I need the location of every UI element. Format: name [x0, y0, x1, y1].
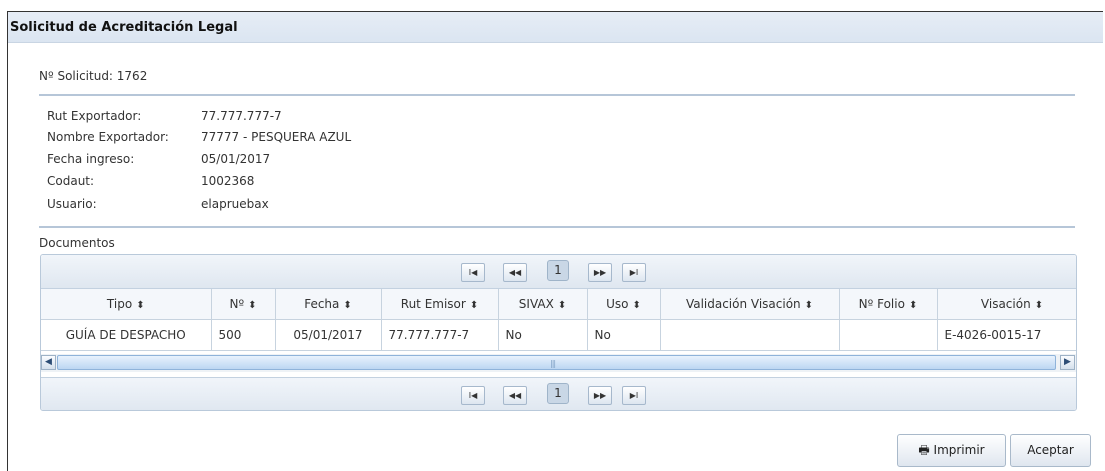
horizontal-scrollbar[interactable]: ◀ ||| ▶ — [41, 354, 1076, 372]
cell-rut-emisor: 77.777.777-7 — [381, 319, 499, 351]
accept-button[interactable]: Aceptar — [1010, 434, 1091, 467]
info-value: elapruebax — [201, 197, 269, 211]
info-label: Codaut: — [47, 174, 95, 188]
sort-icon: ⬍ — [469, 300, 479, 311]
dialog-title: Solicitud de Acreditación Legal — [10, 20, 238, 35]
cell-validacion — [660, 319, 840, 351]
info-label: Usuario: — [47, 197, 97, 211]
current-page[interactable]: 1 — [547, 260, 569, 281]
cell-numero: 500 — [211, 319, 276, 351]
info-value: 77.777.777-7 — [201, 109, 282, 123]
pager-top: I◀ ◀◀ 1 ▶▶ ▶I — [41, 255, 1076, 289]
info-label: Rut Exportador: — [47, 109, 142, 123]
column-header-tipo[interactable]: Tipo ⬍ — [41, 289, 212, 320]
current-page[interactable]: 1 — [547, 383, 569, 404]
column-header-sivax[interactable]: SIVAX ⬍ — [498, 289, 588, 320]
info-value: 77777 - PESQUERA AZUL — [201, 130, 352, 144]
documentos-grid: I◀ ◀◀ 1 ▶▶ ▶I Tipo ⬍ Nº ⬍ Fecha ⬍ Rut Emiso… — [40, 254, 1077, 411]
dialog-window: Solicitud de Acreditación Legal Nº Solic… — [7, 11, 1103, 471]
first-page-button[interactable]: I◀ — [461, 263, 485, 282]
info-label: Fecha ingreso: — [47, 152, 135, 166]
prev-page-button[interactable]: ◀◀ — [503, 386, 527, 405]
sort-icon: ⬍ — [248, 300, 257, 311]
column-header-fecha[interactable]: Fecha ⬍ — [275, 289, 382, 320]
sort-icon: ⬍ — [632, 300, 641, 311]
separator-top — [39, 94, 1075, 96]
dialog-titlebar[interactable]: Solicitud de Acreditación Legal — [8, 12, 1103, 43]
table-header-row: Tipo ⬍ Nº ⬍ Fecha ⬍ Rut Emisor ⬍ SIVAX ⬍ Uso ⬍… — [41, 289, 1076, 320]
column-header-validacion[interactable]: Validación Visación ⬍ — [660, 289, 840, 320]
sort-icon: ⬍ — [557, 300, 567, 311]
column-header-rut-emisor[interactable]: Rut Emisor ⬍ — [381, 289, 499, 320]
last-page-button[interactable]: ▶I — [622, 263, 646, 282]
documentos-table: Tipo ⬍ Nº ⬍ Fecha ⬍ Rut Emisor ⬍ SIVAX ⬍ Uso ⬍… — [41, 289, 1076, 351]
cell-tipo: GUÍA DE DESPACHO — [41, 319, 212, 351]
sort-icon: ⬍ — [343, 300, 352, 311]
next-page-button[interactable]: ▶▶ — [588, 263, 612, 282]
scroll-right-icon[interactable]: ▶ — [1060, 355, 1075, 370]
last-page-button[interactable]: ▶I — [622, 386, 646, 405]
scroll-left-icon[interactable]: ◀ — [41, 355, 56, 370]
pager-bottom: I◀ ◀◀ 1 ▶▶ ▶I — [41, 377, 1076, 410]
sort-icon: ⬍ — [1034, 300, 1044, 311]
separator-bottom — [39, 226, 1075, 228]
info-value: 05/01/2017 — [201, 152, 271, 166]
documentos-title: Documentos — [39, 236, 115, 250]
print-button[interactable]: 🖶 Imprimir — [897, 434, 1006, 467]
cell-fecha: 05/01/2017 — [275, 319, 382, 351]
sort-icon: ⬍ — [908, 300, 918, 311]
column-header-uso[interactable]: Uso ⬍ — [587, 289, 661, 320]
grip-icon: ||| — [550, 359, 556, 368]
cell-folio — [839, 319, 938, 351]
table-row[interactable]: GUÍA DE DESPACHO 500 05/01/2017 77.777.7… — [41, 319, 1076, 351]
cell-visacion: E-4026-0015-17 — [937, 319, 1076, 351]
cell-uso: No — [587, 319, 661, 351]
prev-page-button[interactable]: ◀◀ — [503, 263, 527, 282]
sort-icon: ⬍ — [804, 300, 814, 311]
info-label: Nombre Exportador: — [47, 130, 169, 144]
sort-icon: ⬍ — [136, 300, 145, 311]
column-header-numero[interactable]: Nº ⬍ — [211, 289, 276, 320]
first-page-button[interactable]: I◀ — [461, 386, 485, 405]
solicitud-number: Nº Solicitud: 1762 — [39, 69, 148, 83]
info-value: 1002368 — [201, 174, 255, 188]
column-header-visacion[interactable]: Visación ⬍ — [937, 289, 1076, 320]
next-page-button[interactable]: ▶▶ — [588, 386, 612, 405]
column-header-folio[interactable]: Nº Folio ⬍ — [839, 289, 938, 320]
scrollbar-thumb[interactable]: ||| — [57, 355, 1056, 370]
cell-sivax: No — [498, 319, 588, 351]
